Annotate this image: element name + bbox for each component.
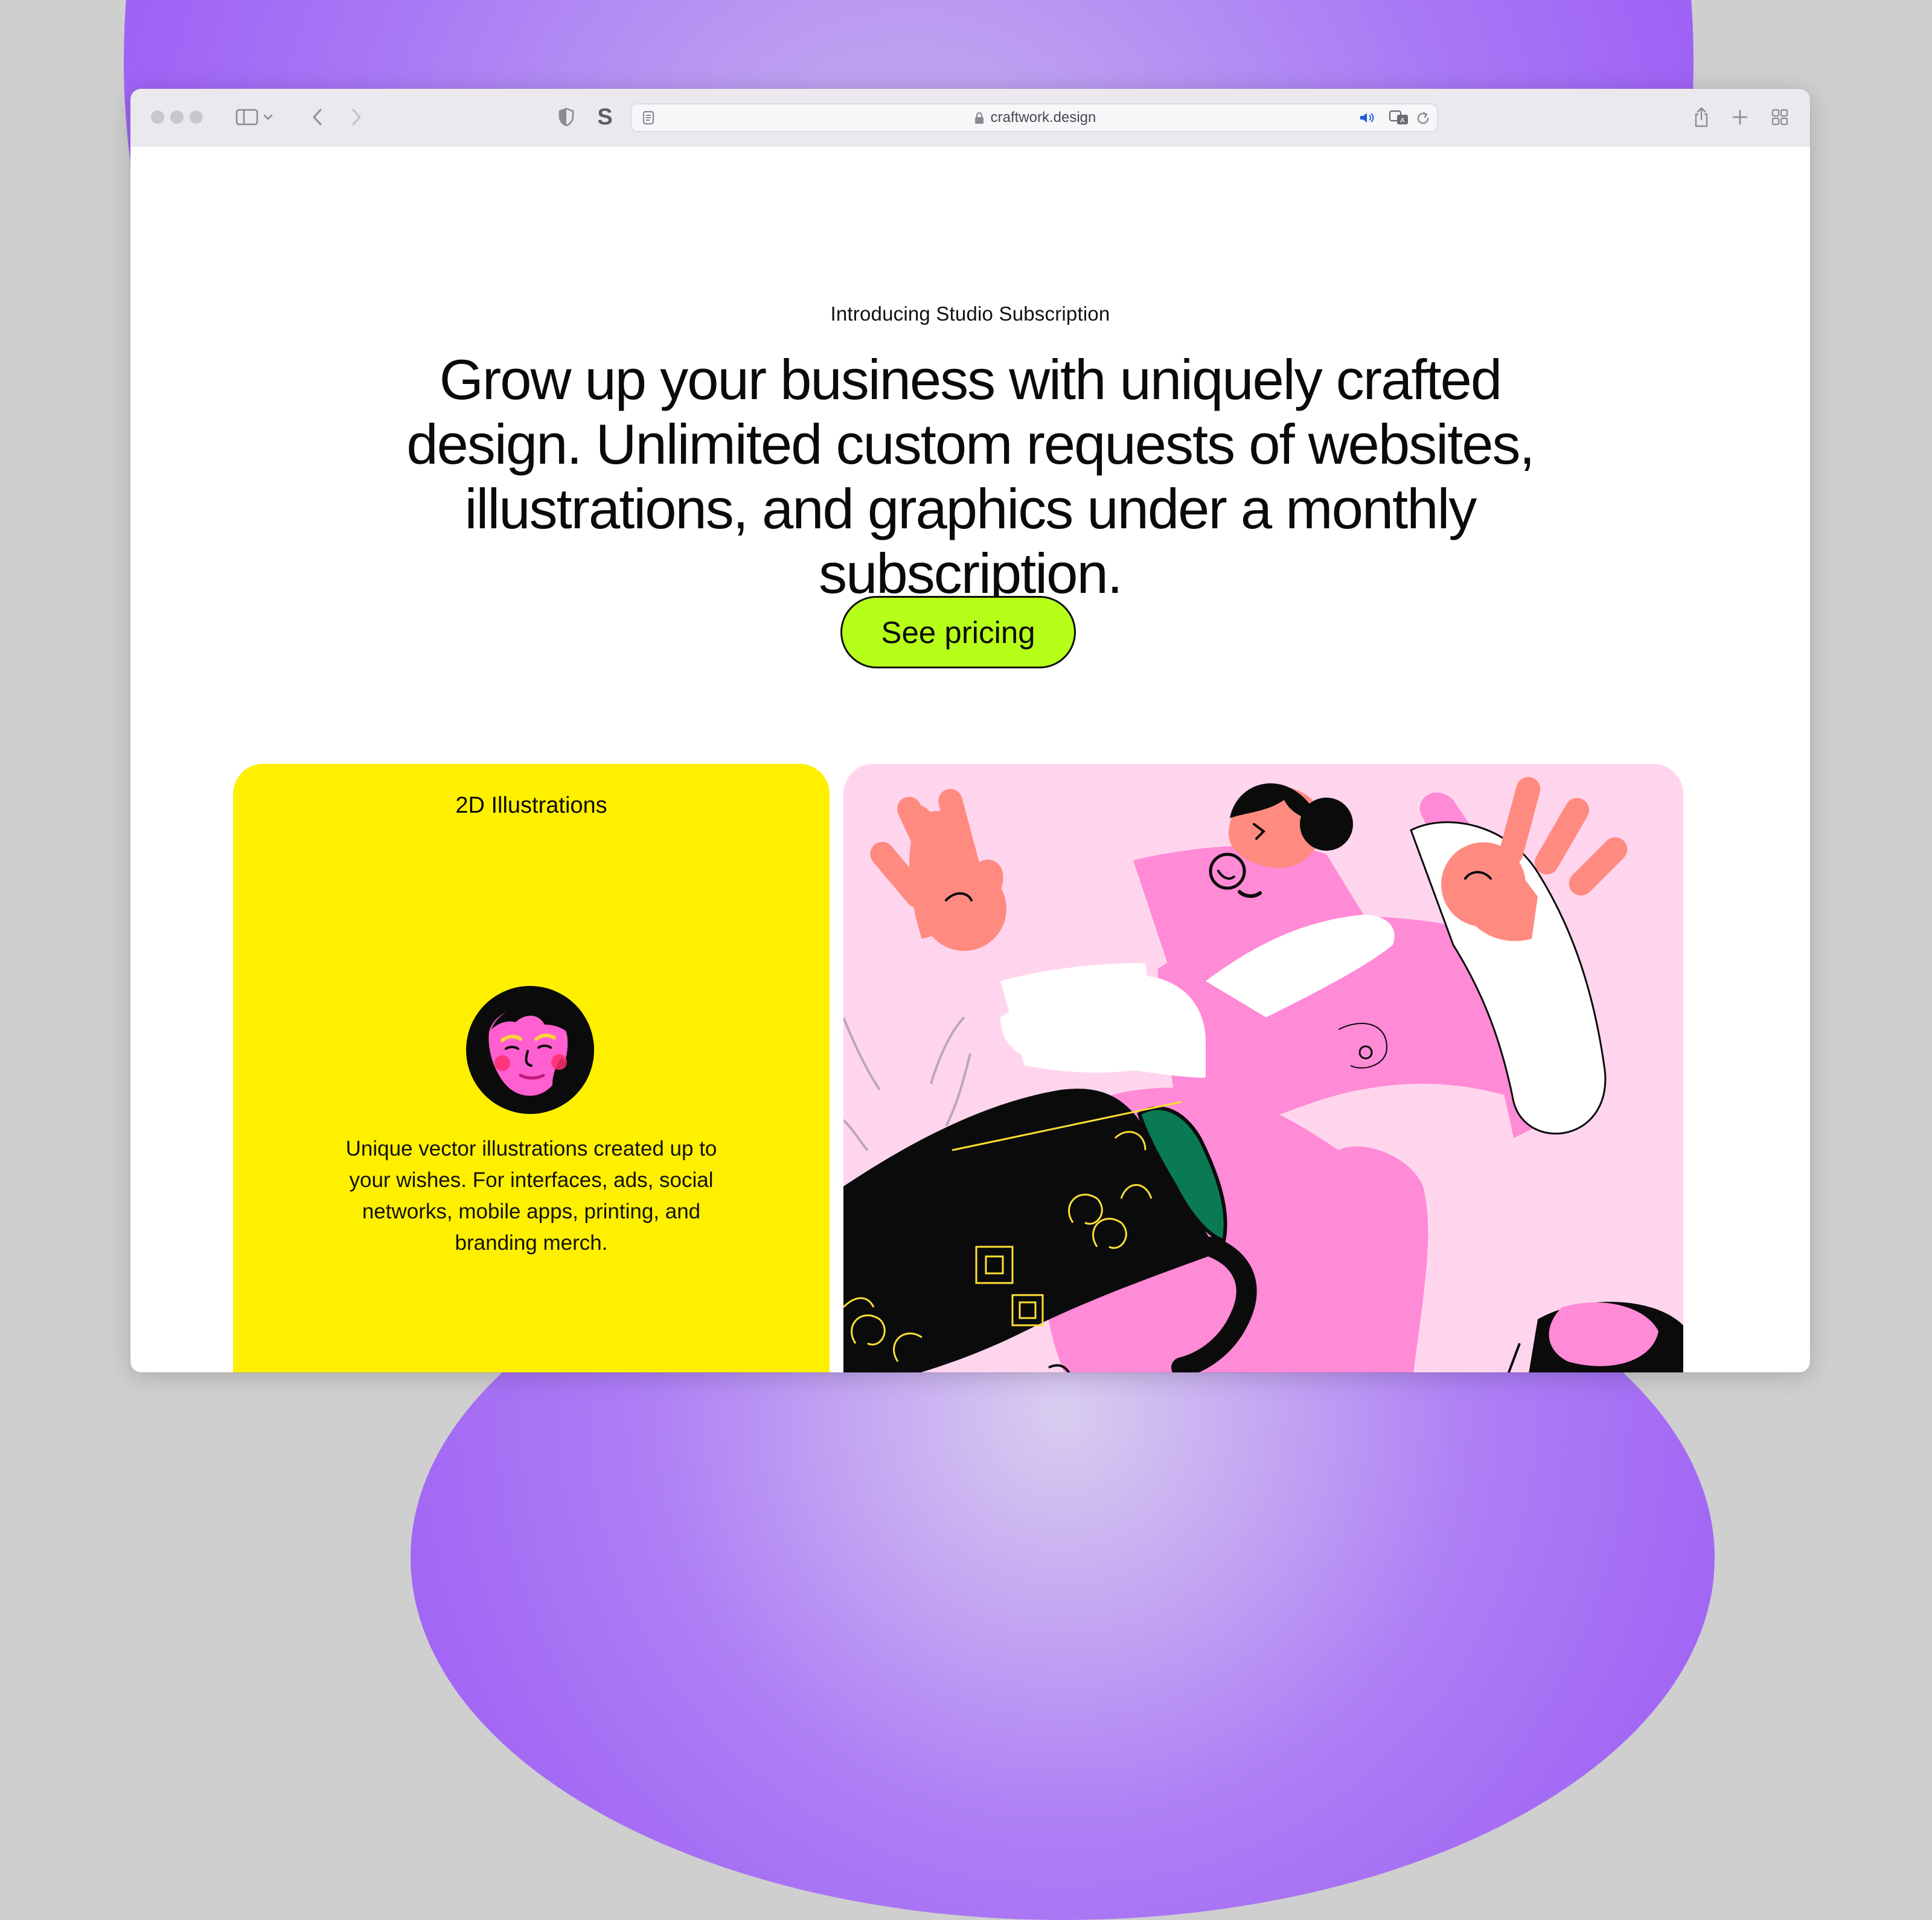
shield-icon [558,107,574,127]
s-extension-icon[interactable]: S [592,103,618,131]
grid-icon [1771,109,1788,126]
zoom-window-button[interactable] [190,110,203,124]
back-button[interactable] [305,103,330,131]
translate-button[interactable]: A [1389,109,1410,129]
minimize-window-button[interactable] [170,110,184,124]
address-bar[interactable]: craftwork.design A [630,103,1438,132]
sidebar-toggle-button[interactable] [233,103,281,131]
plus-icon [1732,109,1748,125]
chevron-left-icon [313,109,322,126]
service-card-2d-illustrations[interactable]: 2D Illustrations Unique vector illustrat… [233,764,830,1372]
hero-headline: Grow up your business with uniquely craf… [406,348,1535,605]
audio-button[interactable] [1358,110,1377,128]
web-page: Introducing Studio Subscription Grow up … [130,147,1810,1372]
reload-button[interactable] [1415,110,1431,129]
see-pricing-button[interactable]: See pricing [840,596,1076,668]
tab-overview-button[interactable] [1768,103,1792,131]
browser-window: S craftwork.design A Introducing Studio … [130,89,1810,1372]
speaker-icon [1360,113,1374,123]
forward-button[interactable] [344,103,368,131]
privacy-report-button[interactable] [553,103,580,131]
lock-icon [974,112,984,124]
url-text: craftwork.design [990,109,1096,126]
svg-text:A: A [1400,117,1405,124]
translate-icon: A [1389,110,1408,124]
browser-toolbar: S craftwork.design A [130,89,1810,148]
character-avatar-icon [466,986,594,1114]
share-button[interactable] [1689,103,1713,131]
sidebar-icon [235,109,273,126]
url-display[interactable]: craftwork.design [632,104,1437,131]
card-title: 2D Illustrations [455,793,607,818]
new-tab-button[interactable] [1728,103,1752,131]
reload-icon [1417,112,1429,124]
share-icon [1695,107,1708,127]
close-window-button[interactable] [151,110,164,124]
hero-eyebrow: Introducing Studio Subscription [830,302,1110,325]
illustration-showcase-card [843,764,1683,1372]
card-description: Unique vector illustrations created up t… [345,1137,717,1255]
character-illustration-icon [843,776,1683,1372]
chevron-right-icon [352,109,361,126]
